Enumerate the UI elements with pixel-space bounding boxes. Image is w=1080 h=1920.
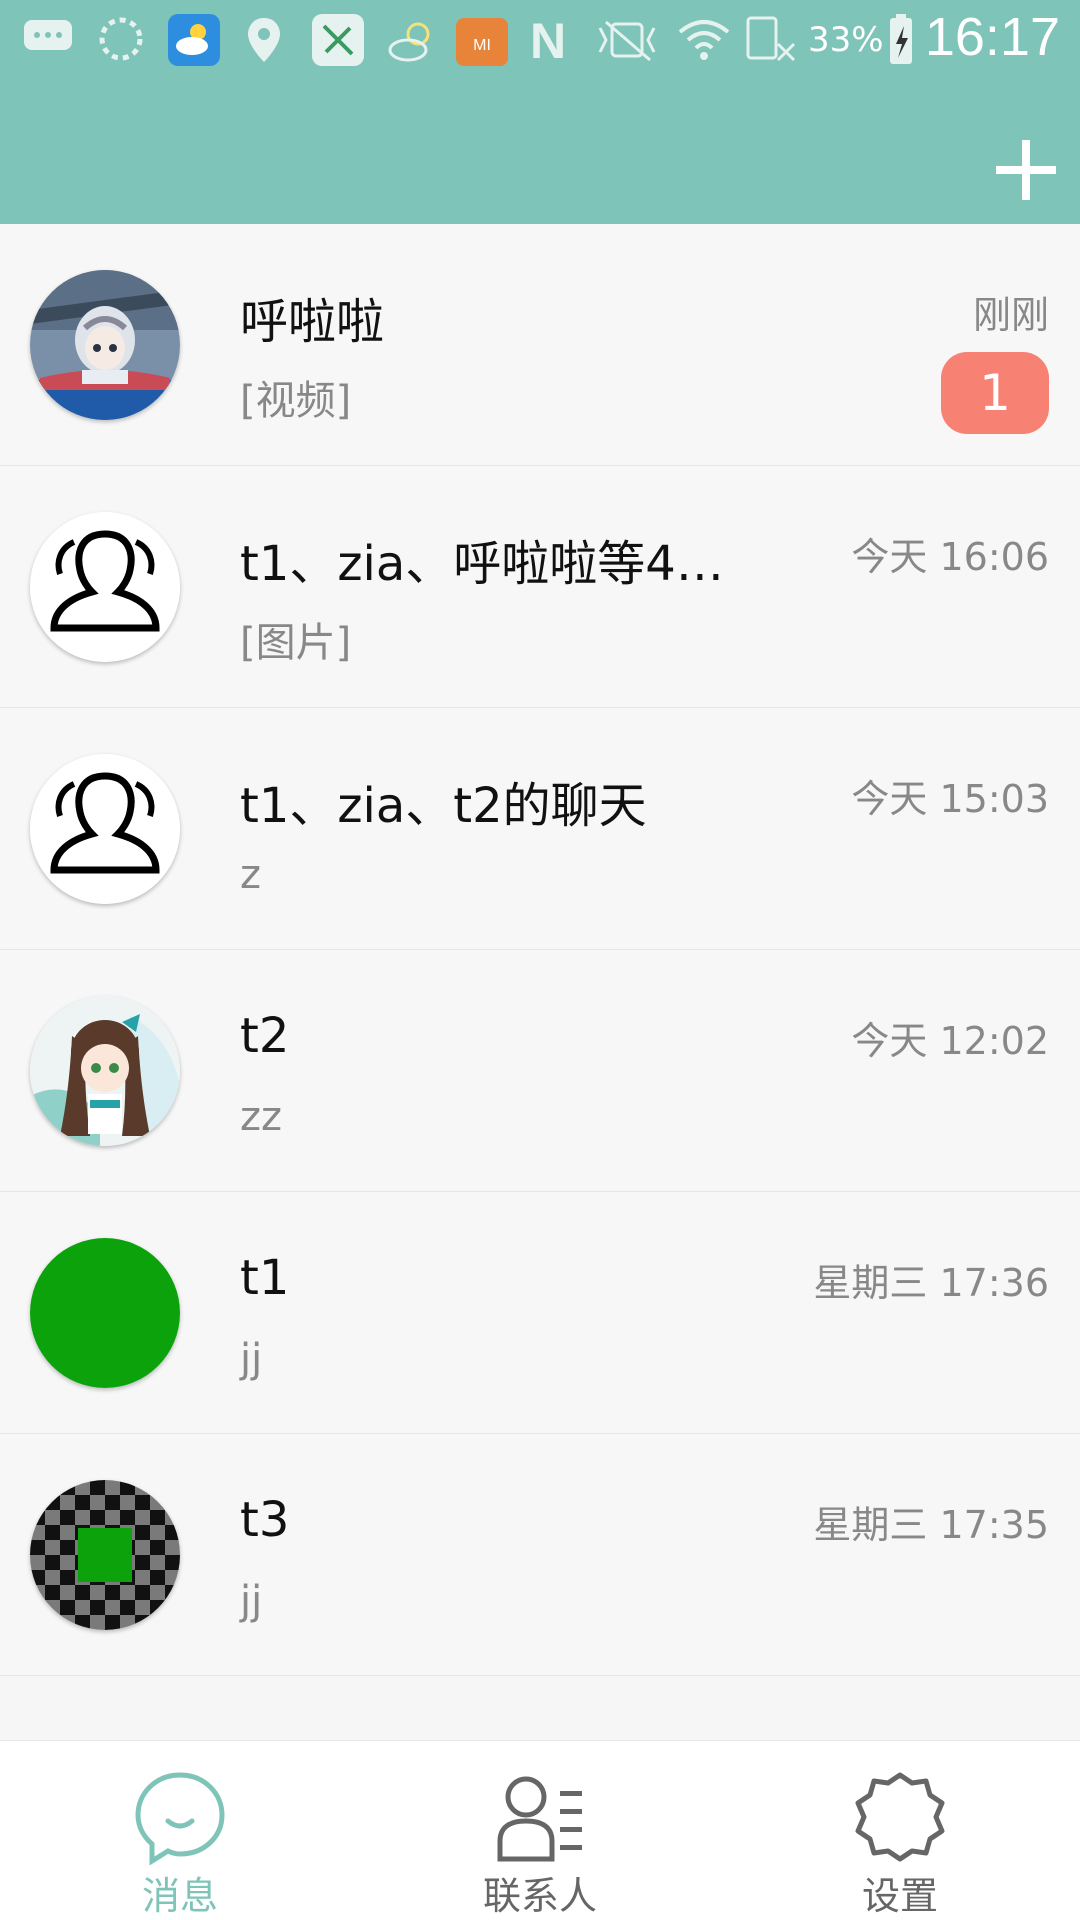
conversation-name: t2	[240, 1008, 290, 1064]
message-preview: [图片]	[240, 620, 352, 666]
conversation-row[interactable]: t2 zz 今天 12:02	[0, 950, 1080, 1192]
mi-store-icon: MI	[456, 18, 508, 66]
avatar	[30, 996, 180, 1146]
app-header: MI N 33% 16:17	[0, 0, 1080, 224]
contacts-icon	[497, 1776, 582, 1862]
no-sim-icon	[746, 16, 796, 62]
group-icon	[30, 512, 180, 662]
conversation-list: 呼啦啦 [视频] 刚刚 1 t1、zia、呼啦啦等4… [图片] 今天 16:0…	[0, 224, 1080, 1676]
unread-badge: 1	[941, 352, 1049, 434]
nav-label: 消息	[141, 1874, 218, 1918]
gear-icon	[855, 1772, 945, 1862]
message-time: 今天 15:03	[851, 777, 1049, 821]
conversation-name: t1	[240, 1250, 290, 1306]
message-notification-icon	[24, 20, 72, 50]
message-preview: jj	[240, 1578, 263, 1624]
status-bar: MI N 33% 16:17	[0, 0, 1080, 80]
checkerboard-avatar	[30, 1480, 180, 1630]
anime-avatar-image	[30, 996, 180, 1146]
nav-label: 联系人	[482, 1874, 597, 1918]
conversation-row[interactable]: t1、zia、t2的聊天 z 今天 15:03	[0, 708, 1080, 950]
clock: 16:17	[924, 7, 1060, 67]
green-circle-avatar	[30, 1238, 180, 1388]
anime-avatar-image	[30, 270, 180, 420]
conversation-row[interactable]: t1、zia、呼啦啦等4… [图片] 今天 16:06	[0, 466, 1080, 708]
message-preview: [视频]	[240, 378, 352, 424]
message-preview: jj	[240, 1336, 263, 1382]
nfc-icon: N	[530, 14, 566, 66]
nav-contacts[interactable]: 联系人	[360, 1741, 720, 1920]
message-preview: z	[240, 852, 261, 898]
nav-messages[interactable]: 消息	[0, 1741, 360, 1920]
battery-percent: 33%	[808, 20, 884, 60]
nav-label: 设置	[861, 1874, 938, 1918]
conversation-row[interactable]: t3 jj 星期三 17:35	[0, 1434, 1080, 1676]
avatar	[30, 754, 180, 904]
nav-settings[interactable]: 设置	[720, 1741, 1080, 1920]
message-time: 星期三 17:35	[813, 1503, 1049, 1547]
battery-charging-icon	[890, 14, 912, 64]
app-notification-icon	[312, 14, 364, 66]
message-preview: zz	[240, 1094, 282, 1140]
weather-icon	[388, 22, 430, 62]
wifi-icon	[678, 20, 730, 60]
bottom-nav: 消息 联系人 设置	[0, 1740, 1080, 1920]
message-time: 刚刚	[972, 293, 1049, 337]
conversation-row[interactable]: 呼啦啦 [视频] 刚刚 1	[0, 224, 1080, 466]
message-time: 今天 16:06	[851, 535, 1049, 579]
location-icon	[248, 18, 280, 62]
conversation-name: 呼啦啦	[240, 294, 385, 350]
group-icon	[30, 754, 180, 904]
add-icon[interactable]	[994, 138, 1058, 202]
avatar	[30, 270, 180, 420]
weather-app-icon	[168, 14, 220, 66]
avatar	[30, 1480, 180, 1630]
vibrate-mute-icon	[598, 20, 656, 62]
avatar	[30, 512, 180, 662]
conversation-name: t1、zia、t2的聊天	[240, 778, 647, 834]
loading-icon	[99, 17, 143, 61]
avatar	[30, 1238, 180, 1388]
conversation-row[interactable]: t1 jj 星期三 17:36	[0, 1192, 1080, 1434]
svg-text:MI: MI	[473, 37, 491, 54]
message-time: 今天 12:02	[851, 1019, 1049, 1063]
conversation-name: t3	[240, 1492, 290, 1548]
svg-text:N: N	[530, 14, 566, 66]
conversation-name: t1、zia、呼啦啦等4…	[240, 536, 724, 592]
chat-bubble-icon	[135, 1772, 225, 1866]
message-time: 星期三 17:36	[813, 1261, 1049, 1305]
